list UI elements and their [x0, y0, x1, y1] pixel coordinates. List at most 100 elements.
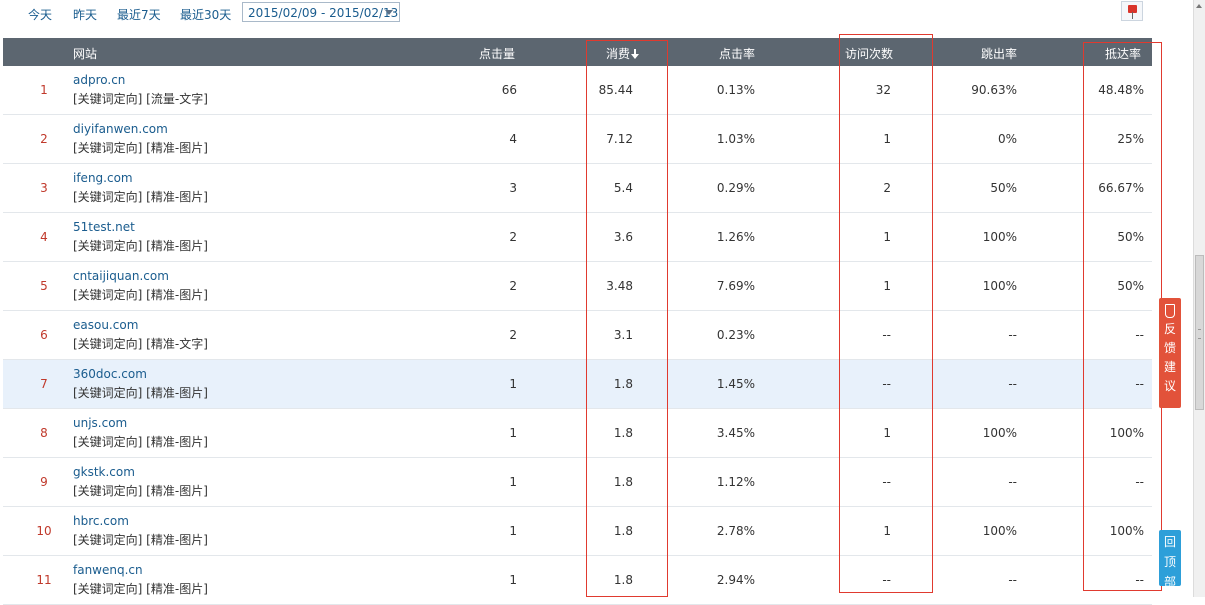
range-7days-link[interactable]: 最近7天 [117, 6, 161, 23]
cell-arrival: -- [1135, 573, 1144, 587]
cell-bounce: 90.63% [971, 83, 1017, 97]
site-domain-link[interactable]: 360doc.com [73, 366, 208, 382]
cell-visits: -- [882, 573, 891, 587]
back-to-top-button[interactable]: 回 顶 部 [1159, 530, 1181, 589]
cell-clicks: 1 [509, 475, 517, 489]
cell-visits: 1 [883, 426, 891, 440]
site-cell: ifeng.com [关键词定向] [精准-图片] [73, 170, 208, 205]
chevron-down-icon [385, 10, 393, 15]
table-row: 2 diyifanwen.com [关键词定向] [精准-图片] 4 7.12 1.03%… [3, 115, 1152, 164]
row-index: 1 [40, 83, 48, 97]
table-row: 1 adpro.cn [关键词定向] [流量-文字] 66 85.44 0.13% 32 90… [3, 66, 1152, 115]
cell-clicks: 1 [509, 573, 517, 587]
cell-cost: 3.1 [613, 328, 633, 342]
cell-visits: 2 [883, 181, 891, 195]
site-domain-link[interactable]: easou.com [73, 317, 208, 333]
cell-visits: 32 [875, 83, 891, 97]
cell-arrival: 66.67% [1098, 181, 1144, 195]
cell-bounce: 100% [982, 524, 1017, 538]
site-targeting-tags: [关键词定向] [精准-图片] [73, 484, 208, 498]
cell-cost: 85.44 [598, 83, 633, 97]
cell-arrival: -- [1135, 328, 1144, 342]
site-domain-link[interactable]: cntaijiquan.com [73, 268, 208, 284]
site-domain-link[interactable]: 51test.net [73, 219, 208, 235]
site-domain-link[interactable]: diyifanwen.com [73, 121, 208, 137]
cell-bounce: 100% [982, 279, 1017, 293]
site-domain-link[interactable]: fanwenq.cn [73, 562, 208, 578]
site-domain-link[interactable]: unjs.com [73, 415, 208, 431]
site-targeting-tags: [关键词定向] [精准-图片] [73, 435, 208, 449]
table-body: 1 adpro.cn [关键词定向] [流量-文字] 66 85.44 0.13% 32 90… [3, 66, 1152, 605]
header-visits[interactable]: 访问次数 [845, 45, 893, 62]
cell-clicks: 3 [509, 181, 517, 195]
cell-clicks: 1 [509, 524, 517, 538]
header-site: 网站 [73, 47, 98, 61]
cell-arrival: 50% [1117, 230, 1144, 244]
row-index: 11 [36, 573, 52, 587]
header-cost[interactable]: 消费 [606, 45, 640, 62]
site-cell: 360doc.com [关键词定向] [精准-图片] [73, 366, 208, 401]
cell-bounce: 0% [997, 132, 1017, 146]
site-cell: diyifanwen.com [关键词定向] [精准-图片] [73, 121, 208, 156]
site-domain-link[interactable]: gkstk.com [73, 464, 208, 480]
table-row: 3 ifeng.com [关键词定向] [精准-图片] 3 5.4 0.29% 2 50% 66… [3, 164, 1152, 213]
header-ctr[interactable]: 点击率 [719, 45, 755, 62]
row-index: 3 [40, 181, 48, 195]
cell-ctr: 0.13% [716, 83, 755, 97]
pin-button[interactable] [1121, 1, 1143, 21]
site-cell: 51test.net [关键词定向] [精准-图片] [73, 219, 208, 254]
site-targeting-tags: [关键词定向] [精准-图片] [73, 533, 208, 547]
table-row: 10 hbrc.com [关键词定向] [精准-图片] 1 1.8 2.78% 1 100% 1… [3, 507, 1152, 556]
site-targeting-tags: [关键词定向] [精准-图片] [73, 288, 208, 302]
site-targeting-tags: [关键词定向] [流量-文字] [73, 92, 208, 106]
site-domain-link[interactable]: adpro.cn [73, 72, 208, 88]
cell-clicks: 2 [509, 279, 517, 293]
feedback-button[interactable]: 反 馈 建 议 [1159, 298, 1181, 408]
row-index: 10 [36, 524, 52, 538]
cell-cost: 5.4 [613, 181, 633, 195]
date-range-select[interactable]: 2015/02/09 - 2015/02/13 [242, 2, 400, 22]
cell-ctr: 1.45% [716, 377, 755, 391]
cell-visits: -- [882, 475, 891, 489]
cell-ctr: 1.03% [716, 132, 755, 146]
cell-cost: 7.12 [606, 132, 633, 146]
cell-clicks: 1 [509, 426, 517, 440]
vertical-scrollbar[interactable] [1193, 0, 1205, 597]
header-clicks[interactable]: 点击量 [479, 45, 515, 62]
site-cell: unjs.com [关键词定向] [精准-图片] [73, 415, 208, 450]
cell-cost: 1.8 [613, 573, 633, 587]
site-domain-link[interactable]: ifeng.com [73, 170, 208, 186]
cell-bounce: 100% [982, 426, 1017, 440]
site-cell: easou.com [关键词定向] [精准-文字] [73, 317, 208, 352]
row-index: 5 [40, 279, 48, 293]
cell-visits: -- [882, 328, 891, 342]
header-bounce[interactable]: 跳出率 [981, 45, 1017, 62]
table-row: 11 fanwenq.cn [关键词定向] [精准-图片] 1 1.8 2.94% -- --… [3, 556, 1152, 605]
scroll-up-icon[interactable] [1196, 4, 1202, 8]
scroll-thumb[interactable] [1195, 255, 1204, 410]
site-domain-link[interactable]: hbrc.com [73, 513, 208, 529]
table-header: 网站 点击量 消费 点击率 访问次数 跳出率 抵达率 [3, 38, 1152, 66]
range-30days-link[interactable]: 最近30天 [180, 6, 231, 23]
site-targeting-tags: [关键词定向] [精准-图片] [73, 239, 208, 253]
cell-arrival: 100% [1109, 524, 1144, 538]
site-targeting-tags: [关键词定向] [精准-文字] [73, 337, 208, 351]
row-index: 2 [40, 132, 48, 146]
table-row: 7 360doc.com [关键词定向] [精准-图片] 1 1.8 1.45% -- -- -… [3, 360, 1152, 409]
cell-visits: 1 [883, 230, 891, 244]
range-yesterday-link[interactable]: 昨天 [73, 6, 97, 23]
sort-desc-icon [631, 49, 640, 59]
cell-ctr: 2.94% [716, 573, 755, 587]
site-cell: adpro.cn [关键词定向] [流量-文字] [73, 72, 208, 107]
site-targeting-tags: [关键词定向] [精准-图片] [73, 386, 208, 400]
cell-cost: 3.48 [606, 279, 633, 293]
cell-visits: 1 [883, 524, 891, 538]
range-today-link[interactable]: 今天 [28, 6, 52, 23]
header-arrival[interactable]: 抵达率 [1105, 45, 1141, 62]
site-cell: cntaijiquan.com [关键词定向] [精准-图片] [73, 268, 208, 303]
date-range-value: 2015/02/09 - 2015/02/13 [248, 6, 399, 20]
cell-bounce: -- [1008, 377, 1017, 391]
cell-ctr: 3.45% [716, 426, 755, 440]
cell-arrival: 48.48% [1098, 83, 1144, 97]
table-row: 6 easou.com [关键词定向] [精准-文字] 2 3.1 0.23% -- -- -- [3, 311, 1152, 360]
